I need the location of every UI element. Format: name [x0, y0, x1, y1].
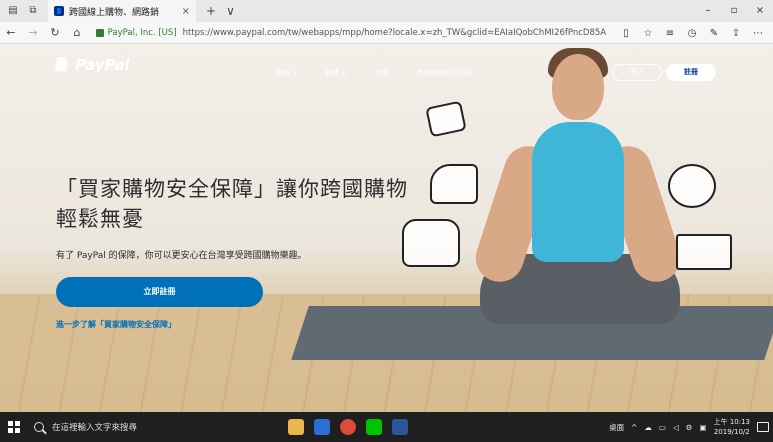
shoe-doodle-icon — [430, 164, 478, 204]
notification-center-icon[interactable] — [757, 422, 769, 432]
maximize-button[interactable]: ▫ — [721, 0, 747, 22]
url-text: https://www.paypal.com/tw/webapps/mpp/ho… — [182, 27, 606, 38]
nav-item-pay[interactable]: 付款 — [375, 68, 389, 78]
start-button[interactable] — [0, 412, 28, 442]
nav-item-sell[interactable]: 銷售 ∨ — [325, 68, 346, 78]
lock-icon — [96, 28, 104, 37]
refresh-icon[interactable]: ↻ — [44, 26, 66, 39]
paypal-logo[interactable]: PayPal — [56, 56, 130, 74]
hero-title: 「買家購物安全保障」讓你跨國購物輕鬆無憂 — [56, 177, 408, 231]
file-explorer-icon[interactable] — [288, 419, 304, 435]
paypal-logo-text: PayPal — [75, 56, 130, 74]
pen-icon[interactable]: ✎ — [703, 28, 725, 39]
new-tab-button[interactable]: + — [206, 4, 216, 18]
edge-browser-icon[interactable] — [314, 419, 330, 435]
clock-time: 上午 10:13 — [713, 418, 750, 426]
search-icon — [34, 422, 44, 432]
home-icon[interactable]: ⌂ — [66, 26, 88, 39]
nav-item-shop[interactable]: 購物 ∨ — [276, 68, 297, 78]
header-signup-button[interactable]: 註冊 — [666, 64, 716, 81]
paypal-logo-icon — [56, 57, 69, 73]
gift-box-doodle-icon — [676, 234, 732, 270]
tab-title: 跨國線上購物、網路銷 — [69, 7, 160, 18]
share-icon[interactable]: ⇪ — [725, 28, 747, 39]
pinned-apps — [288, 419, 408, 435]
word-icon[interactable] — [392, 419, 408, 435]
clock-date: 2019/10/2 — [713, 428, 750, 436]
reading-view-icon[interactable]: ▯ — [615, 28, 637, 39]
learn-more-link[interactable]: 進一步了解「買家購物安全保障」 — [56, 319, 176, 330]
desktop-toolbar-label[interactable]: 桌面 — [609, 422, 624, 433]
tab-list-button[interactable]: ∨ — [226, 4, 235, 18]
close-window-button[interactable]: × — [747, 0, 773, 22]
browser-address-bar: ← → ↻ ⌂ PayPal, Inc. [US] https://www.pa… — [0, 22, 773, 44]
meditating-woman-image — [460, 44, 690, 344]
forward-icon[interactable]: → — [22, 26, 44, 39]
favorite-star-icon[interactable]: ☆ — [637, 28, 659, 39]
browser-toolbar: ▯ ☆ ≡ ◷ ✎ ⇪ ⋯ — [615, 22, 769, 44]
minimize-button[interactable]: – — [695, 0, 721, 22]
volume-icon[interactable]: ◁ — [673, 423, 679, 432]
clock[interactable]: 上午 10:13 2019/10/2 — [714, 417, 750, 437]
main-navigation: 購物 ∨ 銷售 ∨ 付款 商業銷售解決方案 — [276, 68, 501, 78]
network-icon[interactable]: ▭ — [659, 423, 666, 432]
windows-taskbar: 在這裡輸入文字來搜尋 桌面 ^ ☁ ▭ ◁ ⚙ ▣ 上午 10:13 2019/… — [0, 412, 773, 442]
back-icon[interactable]: ← — [0, 26, 22, 39]
tab-close-icon[interactable]: × — [182, 6, 190, 17]
keyboard-icon[interactable]: ▣ — [700, 423, 707, 432]
history-icon[interactable]: ◷ — [681, 28, 703, 39]
settings-icon[interactable]: ⚙ — [686, 423, 693, 432]
hero-subtitle: 有了 PayPal 的保障，你可以更安心在台灣享受跨國購物樂趣。 — [56, 251, 307, 261]
onedrive-icon[interactable]: ☁ — [644, 423, 652, 432]
chrome-icon[interactable] — [340, 419, 356, 435]
favorites-hub-icon[interactable]: ≡ — [659, 28, 681, 39]
browser-tab[interactable]: 跨國線上購物、網路銷 × — [48, 0, 196, 22]
browser-tab-strip: ▤ ⧉ 跨國線上購物、網路銷 × + ∨ – ▫ × — [0, 0, 773, 22]
window-controls: – ▫ × — [695, 0, 773, 22]
paypal-homepage: PayPal 購物 ∨ 銷售 ∨ 付款 商業銷售解決方案 登入 註冊 「買家購物… — [0, 44, 773, 412]
screen: ▤ ⧉ 跨國線上購物、網路銷 × + ∨ – ▫ × ← → ↻ ⌂ PayPa… — [0, 0, 773, 442]
line-app-icon[interactable] — [366, 419, 382, 435]
show-hidden-icons-icon[interactable]: ^ — [631, 423, 637, 432]
paypal-favicon-icon — [54, 6, 64, 16]
certificate-label[interactable]: PayPal, Inc. [US] — [108, 28, 177, 38]
signup-now-button[interactable]: 立即註冊 — [56, 277, 263, 307]
system-tray: 桌面 ^ ☁ ▭ ◁ ⚙ ▣ 上午 10:13 2019/10/2 — [609, 412, 769, 442]
login-button[interactable]: 登入 — [612, 64, 662, 81]
url-field[interactable]: PayPal, Inc. [US] https://www.paypal.com… — [96, 25, 606, 41]
tab-actions-icon[interactable]: ▤ — [6, 4, 20, 18]
nav-item-business[interactable]: 商業銷售解決方案 — [417, 68, 473, 78]
more-icon[interactable]: ⋯ — [747, 28, 769, 39]
search-placeholder: 在這裡輸入文字來搜尋 — [52, 423, 138, 433]
headphones-doodle-icon — [668, 164, 716, 208]
set-tabs-aside-icon[interactable]: ⧉ — [26, 4, 40, 18]
windows-logo-icon — [8, 421, 20, 433]
taskbar-search[interactable]: 在這裡輸入文字來搜尋 — [34, 412, 234, 442]
